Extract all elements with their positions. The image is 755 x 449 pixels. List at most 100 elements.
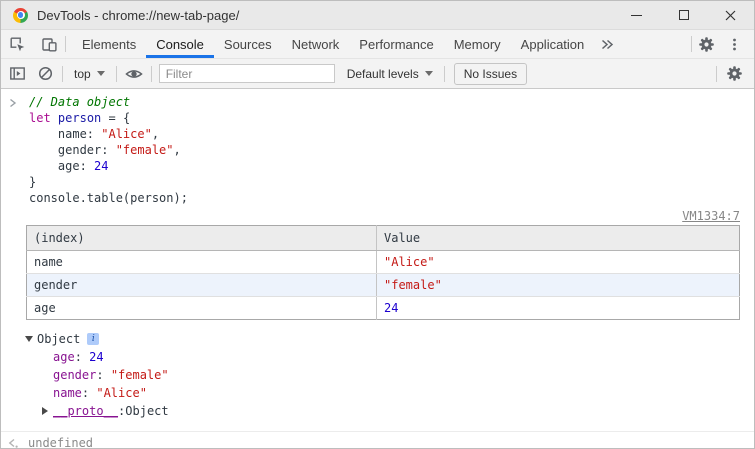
tab-network[interactable]: Network xyxy=(282,30,350,58)
table-header-row: (index) Value xyxy=(27,226,740,251)
context-selector-label: top xyxy=(74,67,91,81)
code-string: "Alice" xyxy=(101,127,152,141)
tab-performance[interactable]: Performance xyxy=(349,30,443,58)
property-value: 24 xyxy=(89,350,103,364)
minimize-button[interactable] xyxy=(613,1,660,29)
console-toolbar: top Default levels No Issues xyxy=(1,59,754,89)
clear-console-button[interactable] xyxy=(31,61,59,87)
property-separator: : xyxy=(75,350,89,364)
return-value-icon xyxy=(8,438,19,449)
table-cell-key: gender xyxy=(27,274,377,297)
code-text: age: xyxy=(29,159,94,173)
table-row: gender "female" xyxy=(27,274,740,297)
maximize-icon xyxy=(679,10,689,20)
console-table-message: VM1334:7 (index) Value name "Alice" gend… xyxy=(1,208,754,326)
inspect-element-button[interactable] xyxy=(1,30,33,58)
property-name: age xyxy=(53,350,75,364)
object-tree: Object age: 24 gender: "female" name: "A… xyxy=(1,326,754,424)
log-levels-dropdown[interactable]: Default levels xyxy=(339,61,441,87)
eye-icon xyxy=(125,67,143,81)
console-table: (index) Value name "Alice" gender "femal… xyxy=(26,225,740,320)
console-input-echo: // Data object let person = { name: "Ali… xyxy=(1,89,754,208)
filter-input[interactable] xyxy=(159,64,335,83)
code-text: } xyxy=(29,175,36,189)
show-sidebar-icon xyxy=(9,65,26,82)
code-number: 24 xyxy=(94,159,108,173)
code-line: // Data object xyxy=(29,94,740,110)
close-icon xyxy=(725,10,736,21)
property-separator: : xyxy=(82,386,96,400)
code-line: let person = { xyxy=(29,110,740,126)
console-output[interactable]: // Data object let person = { name: "Ali… xyxy=(1,89,754,448)
tab-sources[interactable]: Sources xyxy=(214,30,282,58)
console-settings-button[interactable] xyxy=(720,61,748,87)
code-comment: // Data object xyxy=(29,95,130,109)
device-toolbar-icon xyxy=(41,36,58,53)
code-text: , xyxy=(174,143,181,157)
source-location-link[interactable]: VM1334:7 xyxy=(682,209,740,224)
triangle-down-icon[interactable] xyxy=(25,336,33,342)
input-echo-chevron-icon xyxy=(9,98,17,108)
triangle-right-icon[interactable] xyxy=(42,407,48,415)
settings-button[interactable] xyxy=(692,30,720,58)
console-sidebar-button[interactable] xyxy=(3,61,31,87)
code-line: gender: "female", xyxy=(29,142,740,158)
live-expression-button[interactable] xyxy=(120,61,148,87)
object-root-label: Object xyxy=(37,330,80,348)
property-name: gender xyxy=(53,368,96,382)
tabbar-right-controls xyxy=(691,30,754,58)
chevron-double-right-icon xyxy=(600,37,615,52)
code-variable: person xyxy=(58,111,101,125)
proto-name: __proto__ xyxy=(53,402,118,420)
divider xyxy=(444,66,445,82)
clear-circle-slash-icon xyxy=(37,65,54,82)
main-menu-button[interactable] xyxy=(720,30,748,58)
window-controls xyxy=(613,1,754,29)
proto-separator: : xyxy=(118,402,125,420)
code-keyword: let xyxy=(29,111,51,125)
gear-icon xyxy=(698,36,715,53)
more-tabs-button[interactable] xyxy=(594,30,620,58)
proto-value: Object xyxy=(125,402,168,420)
divider xyxy=(716,66,717,82)
object-root-row[interactable]: Object xyxy=(25,330,740,348)
no-issues-button[interactable]: No Issues xyxy=(454,63,527,85)
table-cell-key: name xyxy=(27,251,377,274)
tab-elements[interactable]: Elements xyxy=(72,30,146,58)
chevron-down-icon xyxy=(97,71,105,76)
tab-console[interactable]: Console xyxy=(146,30,214,58)
table-row: name "Alice" xyxy=(27,251,740,274)
divider xyxy=(62,66,63,82)
chevron-down-icon xyxy=(425,71,433,76)
property-name: name xyxy=(53,386,82,400)
maximize-button[interactable] xyxy=(660,1,707,29)
title-bar: DevTools - chrome://new-tab-page/ xyxy=(1,1,754,29)
code-text: name: xyxy=(29,127,101,141)
gear-icon xyxy=(726,65,743,82)
log-levels-label: Default levels xyxy=(347,67,419,81)
context-selector[interactable]: top xyxy=(66,61,113,87)
tab-memory[interactable]: Memory xyxy=(444,30,511,58)
table-header-value[interactable]: Value xyxy=(377,226,740,251)
property-value: "Alice" xyxy=(96,386,147,400)
divider xyxy=(65,36,66,52)
chrome-logo-icon xyxy=(13,8,28,23)
code-text: , xyxy=(152,127,159,141)
object-property-row: name: "Alice" xyxy=(25,384,740,402)
code-line: } xyxy=(29,174,740,190)
code-line: name: "Alice", xyxy=(29,126,740,142)
code-text: console.table(person); xyxy=(29,191,188,205)
divider xyxy=(151,66,152,82)
table-cell-key: age xyxy=(27,297,377,320)
window-title: DevTools - chrome://new-tab-page/ xyxy=(37,8,239,23)
minimize-icon xyxy=(631,15,642,16)
info-icon xyxy=(87,333,99,345)
inspect-cursor-icon xyxy=(9,36,26,53)
code-string: "female" xyxy=(116,143,174,157)
table-row: age 24 xyxy=(27,297,740,320)
table-header-index[interactable]: (index) xyxy=(27,226,377,251)
tab-application[interactable]: Application xyxy=(511,30,595,58)
object-proto-row[interactable]: __proto__: Object xyxy=(25,402,740,420)
close-button[interactable] xyxy=(707,1,754,29)
device-toolbar-button[interactable] xyxy=(33,30,65,58)
